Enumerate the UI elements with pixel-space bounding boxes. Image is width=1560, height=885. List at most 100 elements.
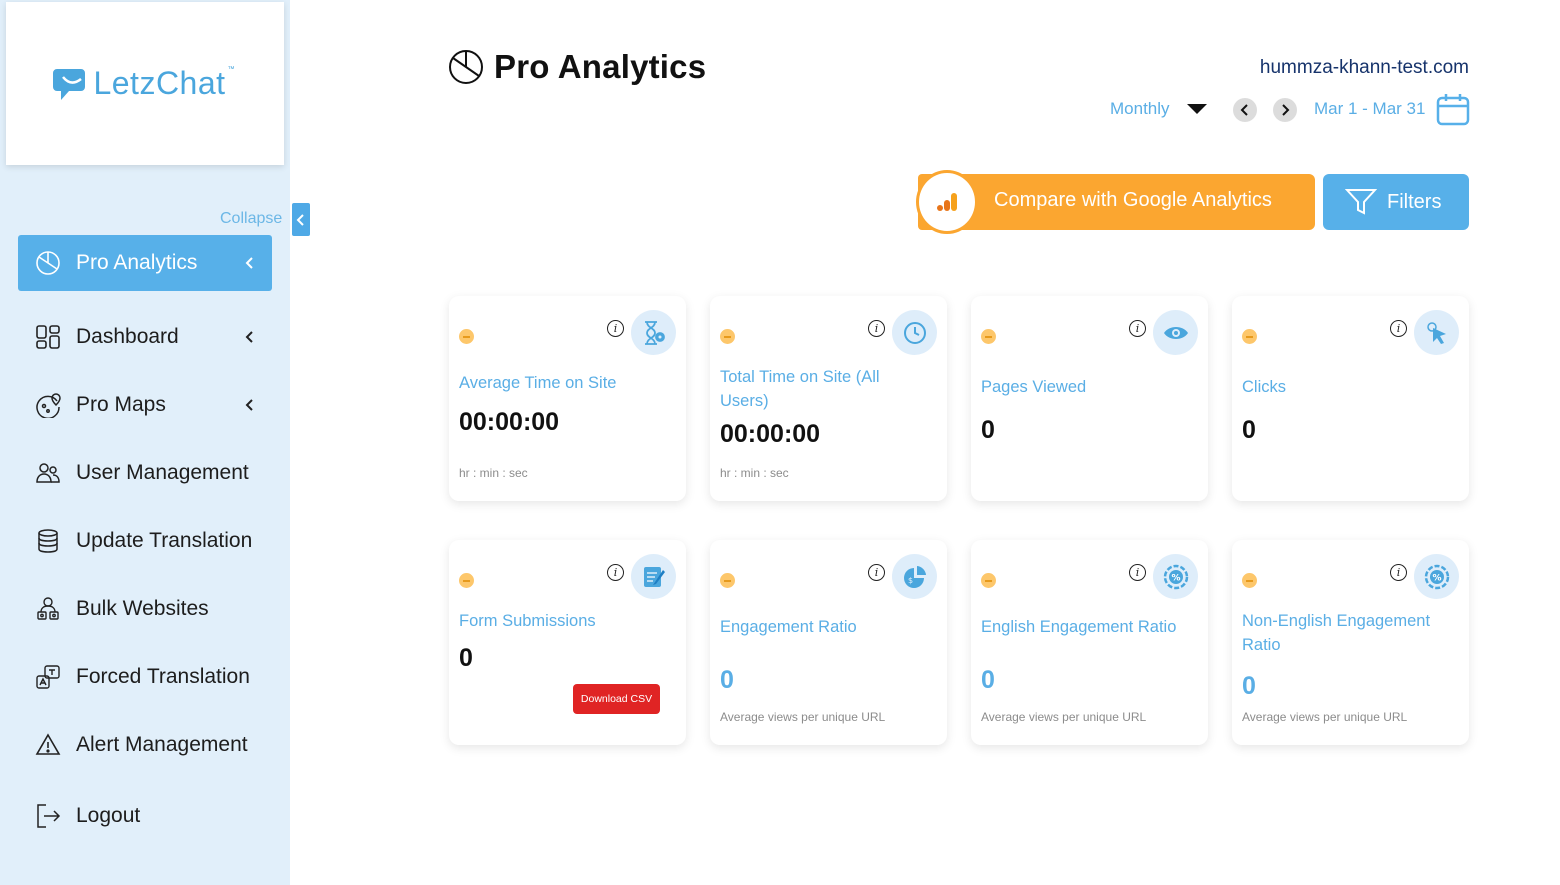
dashboard-icon (34, 323, 62, 351)
sidebar-item-dashboard[interactable]: Dashboard (18, 309, 272, 365)
metric-note: hr : min : sec (459, 466, 528, 480)
minus-status-icon (1242, 329, 1257, 344)
sidebar-item-bulk-websites[interactable]: Bulk Websites (18, 581, 272, 637)
sidebar-item-user-management[interactable]: User Management (18, 445, 272, 501)
users-icon (34, 459, 62, 487)
metric-note: Average views per unique URL (981, 710, 1147, 724)
metric-title: Average Time on Site (459, 374, 617, 392)
metric-title: Engagement Ratio (720, 618, 857, 636)
sidebar-item-label: Pro Maps (76, 393, 166, 416)
info-icon[interactable]: i (868, 320, 885, 337)
info-icon[interactable]: i (868, 564, 885, 581)
chevron-left-icon (296, 213, 304, 226)
sidebar: LetzChat ™ Collapse Pro Analytics Dashbo… (0, 0, 290, 885)
sidebar-item-update-translation[interactable]: Update Translation (18, 513, 272, 569)
metric-value: 00:00:00 (720, 420, 821, 448)
previous-period-button[interactable] (1233, 98, 1257, 122)
metric-note: Average views per unique URL (1242, 710, 1408, 724)
metric-title: Non-English Engagement Ratio (1242, 612, 1431, 654)
metric-value: 0 (981, 416, 995, 444)
metric-card-clicks: i Clicks 0 (1232, 296, 1469, 501)
chevron-left-icon (1240, 104, 1248, 116)
compare-button-label: Compare with Google Analytics (994, 189, 1272, 211)
metric-value: 0 (459, 644, 473, 672)
minus-status-icon (720, 573, 735, 588)
filters-button-label: Filters (1387, 190, 1442, 213)
metric-note: hr : min : sec (720, 466, 789, 480)
caret-down-icon[interactable] (1187, 104, 1207, 114)
pie-chart-icon (449, 50, 483, 84)
metric-title: Total Time on Site (All Users) (720, 368, 880, 410)
minus-status-icon (459, 573, 474, 588)
metric-title: Pages Viewed (981, 378, 1087, 396)
calendar-icon[interactable] (1436, 92, 1470, 126)
sidebar-item-label: Pro Analytics (76, 251, 198, 274)
sidebar-item-label: User Management (76, 461, 249, 484)
brand-name: LetzChat (93, 65, 226, 101)
pie-dollar-icon: $ (892, 554, 937, 599)
sidebar-item-pro-analytics[interactable]: Pro Analytics (18, 235, 272, 291)
percent-badge-icon: % (1414, 554, 1459, 599)
metric-title: English Engagement Ratio (981, 618, 1177, 636)
metric-card-pages-viewed: i Pages Viewed 0 (971, 296, 1208, 501)
download-csv-button[interactable]: Download CSV (573, 684, 660, 714)
sidebar-item-label: Update Translation (76, 529, 253, 552)
sidebar-item-logout[interactable]: Logout (18, 788, 272, 844)
chevron-left-icon (245, 399, 253, 411)
next-period-button[interactable] (1273, 98, 1297, 122)
map-pin-icon (34, 391, 62, 419)
database-icon (34, 527, 62, 555)
metric-title: Clicks (1242, 378, 1286, 396)
percent-badge-icon: % (1153, 554, 1198, 599)
sidebar-item-pro-maps[interactable]: Pro Maps (18, 377, 272, 433)
metric-value: 0 (1242, 416, 1256, 444)
cursor-click-icon (1414, 310, 1459, 355)
collapse-button[interactable] (292, 203, 310, 236)
trademark: ™ (227, 66, 235, 73)
translate-icon (34, 663, 62, 691)
period-select[interactable]: Monthly (1110, 99, 1170, 119)
minus-status-icon (720, 329, 735, 344)
date-range: Mar 1 - Mar 31 (1314, 99, 1426, 118)
svg-text:%: % (1432, 573, 1441, 583)
sidebar-item-forced-translation[interactable]: Forced Translation (18, 649, 272, 705)
collapse-label[interactable]: Collapse (220, 210, 282, 228)
metric-card-engagement-ratio: i $ Engagement Ratio 0 Average views per… (710, 540, 947, 745)
sidebar-item-label: Dashboard (76, 325, 179, 348)
info-icon[interactable]: i (607, 564, 624, 581)
sidebar-item-label: Forced Translation (76, 665, 250, 688)
funnel-icon (1345, 189, 1377, 215)
metric-title: Form Submissions (459, 612, 596, 630)
metric-card-form-submissions: i Form Submissions 0 Download CSV (449, 540, 686, 745)
info-icon[interactable]: i (1390, 564, 1407, 581)
page-title: Pro Analytics (494, 48, 707, 85)
metric-card-total-time: i Total Time on Site (All Users) 00:00:0… (710, 296, 947, 501)
website-domain[interactable]: hummza-khann-test.com (1260, 57, 1469, 79)
compare-google-analytics-button[interactable]: Compare with Google Analytics (916, 170, 1315, 234)
sidebar-item-label: Logout (76, 804, 141, 827)
form-edit-icon (631, 554, 676, 599)
page-header: Pro Analytics (448, 48, 706, 86)
metric-value: 0 (720, 666, 734, 694)
eye-icon (1153, 310, 1198, 355)
metric-value: 0 (981, 666, 995, 694)
minus-status-icon (1242, 573, 1257, 588)
brand-logo[interactable]: LetzChat ™ (6, 2, 284, 165)
info-icon[interactable]: i (607, 320, 624, 337)
metric-value: 0 (1242, 672, 1256, 700)
bulk-users-icon (34, 595, 62, 623)
alert-triangle-icon (34, 731, 62, 759)
pie-chart-icon (34, 249, 62, 277)
metric-card-non-english-engagement: i % Non-English Engagement Ratio 0 Avera… (1232, 540, 1469, 745)
minus-status-icon (459, 329, 474, 344)
info-icon[interactable]: i (1129, 564, 1146, 581)
sidebar-item-label: Bulk Websites (76, 597, 209, 620)
info-icon[interactable]: i (1390, 320, 1407, 337)
svg-text:$: $ (908, 576, 913, 585)
info-icon[interactable]: i (1129, 320, 1146, 337)
minus-status-icon (981, 329, 996, 344)
filters-button[interactable]: Filters (1323, 174, 1469, 230)
chevron-left-icon (245, 257, 253, 269)
chat-bubble-icon (53, 68, 86, 100)
sidebar-item-alert-management[interactable]: Alert Management (18, 717, 272, 773)
